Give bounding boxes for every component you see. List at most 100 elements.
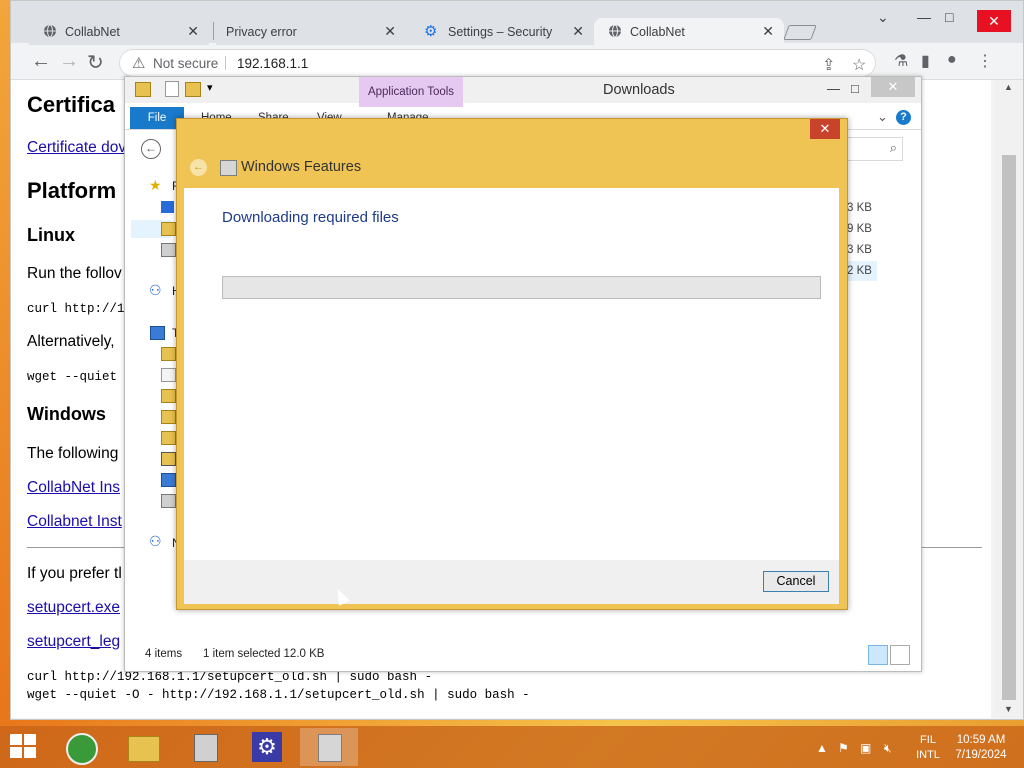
tab-title: Settings – Security [448, 25, 553, 39]
new-tab-button[interactable] [783, 25, 817, 40]
close-tab-icon[interactable]: ✕ [384, 23, 396, 40]
dialog-title: Windows Features [241, 159, 362, 175]
application-tools-tab: Application Tools [359, 77, 463, 107]
videos-icon[interactable] [161, 452, 176, 466]
documents-icon[interactable] [161, 368, 176, 382]
link-certificate-download[interactable]: Certificate dov [27, 139, 126, 157]
back-arrow-icon[interactable]: ← [190, 159, 207, 176]
recent-places-icon[interactable] [161, 243, 176, 257]
taskbar-settings[interactable]: ⚙ [238, 728, 296, 766]
tab-settings-security[interactable]: ⚙ Settings – Security ✕ [406, 18, 594, 45]
linux-text: Run the follov [27, 265, 122, 282]
link-setupcert-exe[interactable]: setupcert.exe [27, 599, 120, 617]
customize-toolbar-icon[interactable]: ▾ [207, 81, 213, 94]
music-icon[interactable] [161, 410, 176, 424]
tab-search-icon[interactable]: ⌄ [877, 9, 889, 26]
taskbar-chrome[interactable] [52, 728, 110, 766]
link-setupcert-legacy[interactable]: setupcert_leg [27, 633, 120, 651]
browser-toolbar: ← → ↻ ⚠ Not secure 192.168.1.1 ⇪ ☆ ⚗ ▮ ●… [11, 45, 1023, 80]
pictures-icon[interactable] [161, 431, 176, 445]
scroll-thumb[interactable] [1002, 155, 1016, 700]
file-size: 3 KB [847, 244, 872, 256]
linux-alternative-text: Alternatively, [27, 333, 115, 350]
tab-collabnet-1[interactable]: CollabNet ✕ [29, 18, 209, 45]
close-tab-icon[interactable]: ✕ [572, 23, 584, 40]
download-progress-bar [222, 276, 821, 299]
close-tab-icon[interactable]: ✕ [187, 23, 199, 40]
link-collabnet-installer-2[interactable]: Collabnet Inst [27, 513, 122, 531]
downloads-folder-icon[interactable] [161, 222, 176, 236]
large-icons-view-button[interactable] [890, 645, 910, 665]
maximize-icon[interactable]: □ [851, 81, 859, 96]
menu-kebab-icon[interactable]: ⋮ [977, 51, 993, 71]
tab-divider [213, 22, 214, 40]
globe-icon [44, 24, 56, 38]
close-window-button[interactable]: ✕ [977, 10, 1011, 32]
taskbar-file-explorer[interactable] [114, 728, 172, 766]
folder-icon [128, 736, 160, 762]
file-size: 2 KB [847, 265, 872, 277]
downloads-icon[interactable] [161, 389, 176, 403]
star-icon[interactable]: ☆ [852, 55, 866, 75]
minimize-icon[interactable]: — [917, 9, 931, 25]
network-icon[interactable]: ▣ [860, 741, 871, 755]
desktop-icon[interactable] [161, 201, 174, 213]
address-bar[interactable]: ⚠ Not secure 192.168.1.1 ⇪ ☆ [119, 49, 876, 77]
taskbar-server-manager[interactable] [176, 728, 234, 766]
profile-avatar-icon[interactable]: ● [947, 51, 957, 69]
dialog-body: Downloading required files [184, 188, 839, 560]
chevron-down-icon[interactable]: ⌄ [877, 109, 888, 125]
back-arrow-icon[interactable]: ← [141, 139, 161, 159]
back-arrow-icon[interactable]: ← [31, 50, 51, 73]
folder-icon [135, 82, 151, 97]
computer-icon[interactable] [150, 326, 165, 340]
new-folder-icon[interactable] [185, 82, 201, 97]
flag-icon[interactable]: ⚑ [838, 741, 849, 755]
details-view-button[interactable] [868, 645, 888, 665]
maximize-icon[interactable]: □ [945, 9, 953, 25]
tab-title: Privacy error [226, 25, 297, 39]
omnibox-divider [225, 56, 226, 70]
dialog-close-button[interactable]: ✕ [810, 119, 840, 139]
side-panel-icon[interactable]: ▮ [921, 51, 930, 71]
search-box[interactable]: ⌕ [845, 137, 903, 161]
show-hidden-icons[interactable]: ▲ [816, 741, 828, 755]
minimize-icon[interactable]: — [827, 81, 840, 96]
help-icon[interactable]: ? [896, 110, 911, 125]
tab-collabnet-active[interactable]: CollabNet ✕ [594, 18, 784, 45]
warning-icon: ⚠ [132, 55, 146, 72]
network-icon[interactable]: ⚇ [149, 533, 162, 550]
folder-icon[interactable] [161, 347, 176, 361]
close-tab-icon[interactable]: ✕ [762, 23, 774, 40]
local-disk-icon[interactable] [161, 473, 176, 487]
properties-icon[interactable] [165, 81, 179, 97]
linux-code-wget: wget --quiet - [27, 370, 133, 384]
close-button[interactable]: ✕ [871, 77, 915, 97]
dvd-drive-icon[interactable] [161, 494, 176, 508]
extension-icon[interactable]: ⚗ [894, 51, 908, 71]
windows-features-dialog: ✕ ← Windows Features Downloading require… [176, 118, 848, 610]
chrome-icon [66, 733, 98, 765]
forward-arrow-icon[interactable]: → [59, 50, 79, 73]
cancel-button[interactable]: Cancel [763, 571, 829, 592]
status-item-count: 4 items [145, 648, 183, 660]
share-icon[interactable]: ⇪ [822, 55, 835, 75]
scroll-up-icon[interactable]: ▲ [1004, 82, 1013, 92]
homegroup-icon[interactable]: ⚇ [149, 282, 162, 299]
link-collabnet-installer[interactable]: CollabNet Ins [27, 479, 120, 497]
status-selection: 1 item selected 12.0 KB [203, 648, 325, 660]
prefer-text: If you prefer tl [27, 565, 122, 582]
server-manager-icon [194, 734, 218, 762]
page-scrollbar[interactable]: ▲ ▼ [993, 80, 1023, 718]
volume-muted-icon[interactable]: 🔇︎ [884, 741, 892, 756]
url-text[interactable]: 192.168.1.1 [237, 56, 308, 71]
start-button[interactable] [10, 734, 38, 760]
input-language[interactable]: FIL INTL [912, 734, 944, 761]
security-label[interactable]: Not secure [153, 56, 218, 71]
taskbar-windows-features[interactable] [300, 728, 358, 766]
scroll-down-icon[interactable]: ▼ [1004, 704, 1013, 714]
clock[interactable]: 10:59 AM 7/19/2024 [950, 734, 1012, 761]
reload-icon[interactable]: ↻ [87, 50, 104, 75]
windows-features-icon [220, 160, 237, 176]
tab-privacy-error[interactable]: Privacy error ✕ [216, 18, 406, 45]
